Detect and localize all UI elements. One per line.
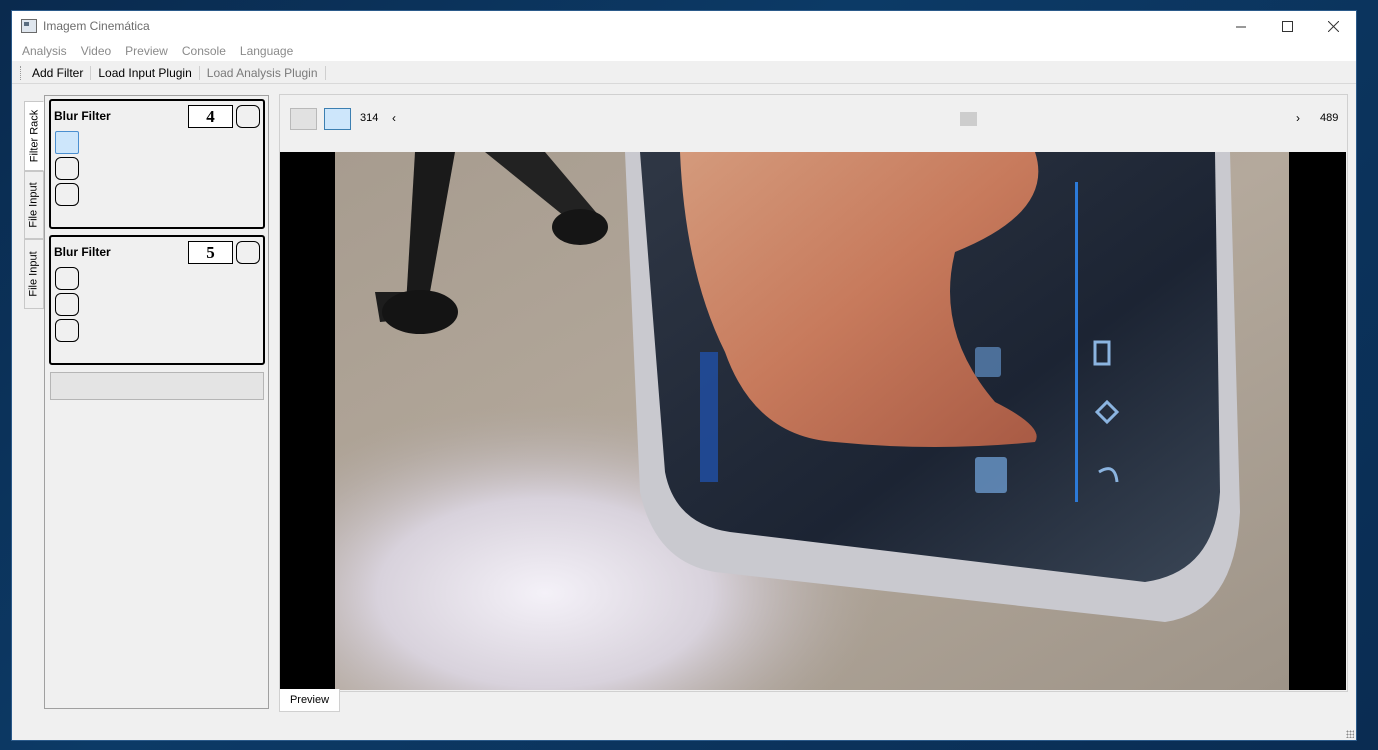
tab-label: Preview (289, 694, 330, 706)
filter-number[interactable]: 4 (188, 105, 233, 128)
close-icon (1327, 20, 1339, 32)
minimize-icon (1235, 26, 1246, 27)
window-controls (1218, 11, 1356, 41)
app-icon (21, 19, 37, 33)
load-input-plugin-button[interactable]: Load Input Plugin (91, 64, 198, 82)
maximize-button[interactable] (1264, 11, 1310, 41)
toolbar-grip[interactable] (20, 65, 22, 80)
tab-file-input-1[interactable]: File Input (24, 171, 44, 239)
load-analysis-plugin-button[interactable]: Load Analysis Plugin (200, 64, 325, 82)
menu-language[interactable]: Language (233, 44, 300, 58)
filter-title: Blur Filter (54, 109, 111, 123)
resize-grip[interactable] (1346, 730, 1354, 738)
filter-toggle-button[interactable] (236, 105, 260, 128)
add-filter-button[interactable]: Add Filter (25, 64, 90, 82)
video-preview[interactable] (280, 152, 1346, 690)
playback-controls: 314 ‹ › 489 (280, 95, 1347, 145)
video-frame-image (335, 152, 1289, 690)
filter-card: Blur Filter 4 (49, 99, 265, 229)
scroll-thumb[interactable] (959, 112, 977, 126)
toolbar-separator (324, 65, 326, 80)
filter-drop-slot[interactable] (50, 372, 264, 400)
scroll-right-icon[interactable]: › (1291, 111, 1305, 127)
filter-card: Blur Filter 5 (49, 235, 265, 365)
stop-button[interactable] (290, 108, 317, 130)
frame-scrollbar[interactable]: ‹ › (387, 111, 1305, 127)
tab-file-input-2[interactable]: File Input (24, 239, 44, 309)
filter-param-button[interactable] (55, 293, 79, 316)
menu-analysis[interactable]: Analysis (15, 44, 74, 58)
menu-preview[interactable]: Preview (118, 44, 175, 58)
filter-param-button[interactable] (55, 267, 79, 290)
preview-panel: 314 ‹ › 489 (279, 94, 1348, 692)
current-frame-label: 314 (360, 112, 379, 124)
total-frames-label: 489 (1320, 112, 1339, 124)
app-window: Imagem Cinemática Analysis Video Preview… (11, 10, 1357, 741)
menu-console[interactable]: Console (175, 44, 233, 58)
menu-video[interactable]: Video (74, 44, 118, 58)
filter-param-button[interactable] (55, 319, 79, 342)
title-bar: Imagem Cinemática (12, 11, 1356, 41)
filter-param-button[interactable] (55, 131, 79, 154)
menu-bar: Analysis Video Preview Console Language (12, 41, 1356, 61)
tab-label: File Input (28, 251, 40, 297)
minimize-button[interactable] (1218, 11, 1264, 41)
filter-param-button[interactable] (55, 183, 79, 206)
filter-number[interactable]: 5 (188, 241, 233, 264)
tab-label: Filter Rack (28, 109, 40, 163)
filter-param-button[interactable] (55, 157, 79, 180)
scroll-left-icon[interactable]: ‹ (387, 111, 401, 127)
play-button[interactable] (324, 108, 351, 130)
filter-title: Blur Filter (54, 245, 111, 259)
filter-toggle-button[interactable] (236, 241, 260, 264)
maximize-icon (1281, 20, 1293, 32)
toolbar: Add Filter Load Input Plugin Load Analys… (12, 62, 1356, 84)
window-title: Imagem Cinemática (43, 19, 150, 33)
tab-preview[interactable]: Preview (279, 689, 340, 712)
tab-filter-rack[interactable]: Filter Rack (24, 101, 44, 171)
filter-rack-panel: Blur Filter 4 Blur Filter 5 (44, 95, 269, 709)
close-button[interactable] (1310, 11, 1356, 41)
tab-label: File Input (28, 182, 40, 228)
